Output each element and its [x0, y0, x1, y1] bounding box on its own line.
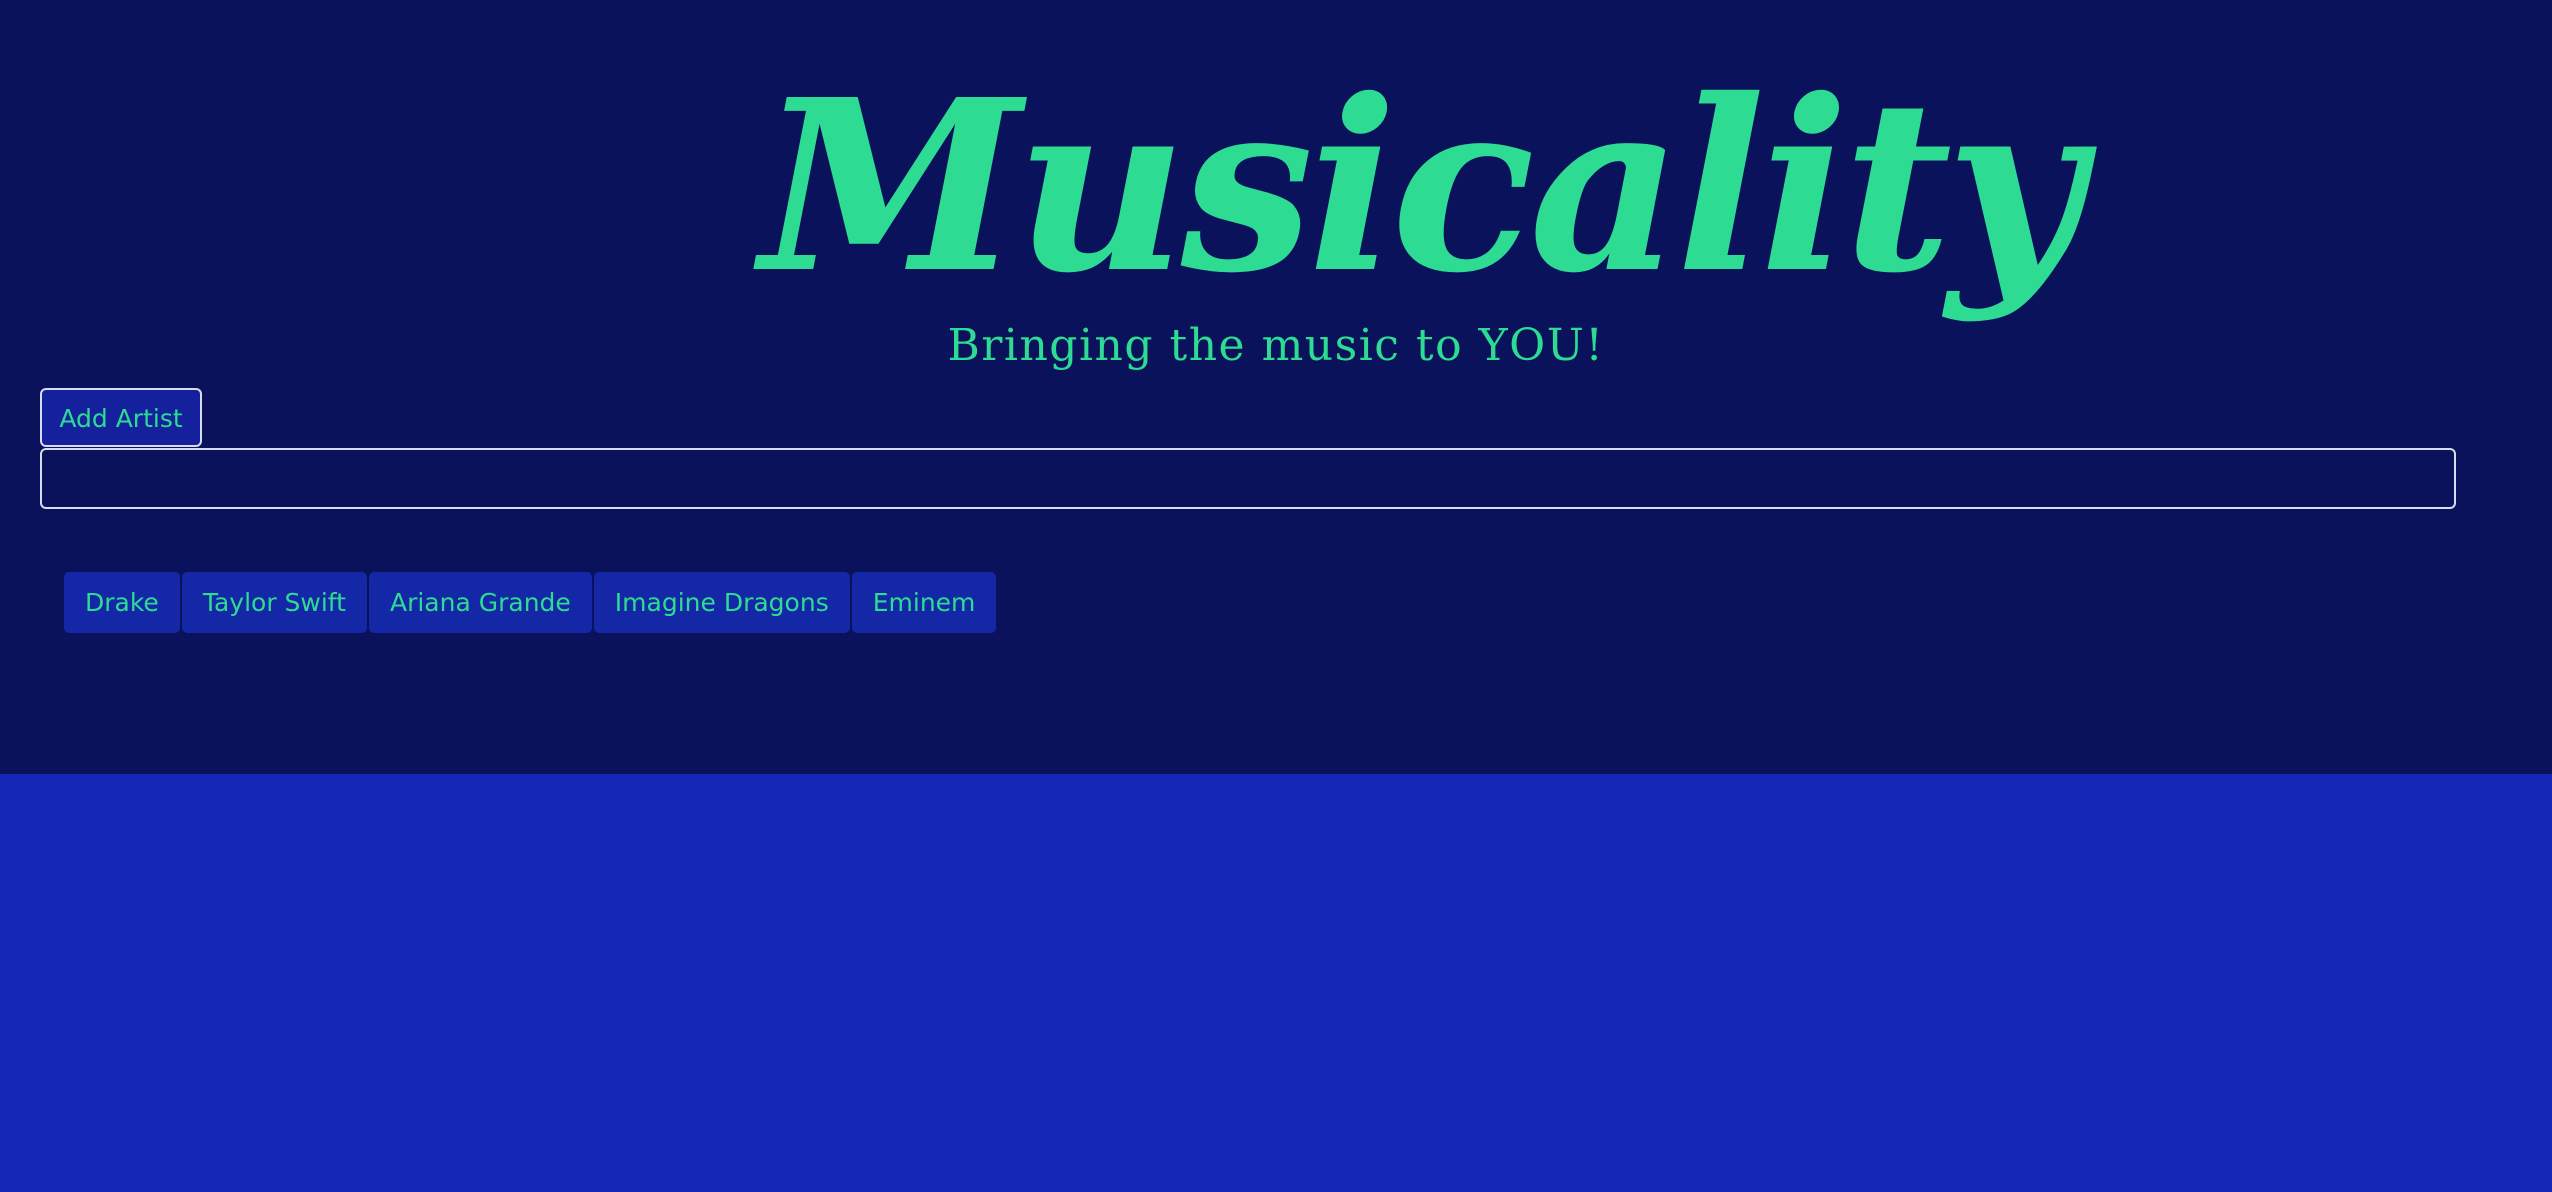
artist-button-taylor-swift[interactable]: Taylor Swift	[181, 572, 367, 633]
artist-button-ariana-grande[interactable]: Ariana Grande	[368, 572, 592, 633]
logo: Musicality	[760, 47, 2083, 336]
logo-text: Musicality	[760, 47, 2083, 325]
artist-list: Drake Taylor Swift Ariana Grande Imagine…	[64, 572, 998, 633]
artist-button-drake[interactable]: Drake	[64, 572, 180, 633]
tagline: Bringing the music to YOU!	[947, 320, 1605, 371]
artist-input[interactable]	[40, 448, 2456, 509]
artist-button-imagine-dragons[interactable]: Imagine Dragons	[593, 572, 850, 633]
artist-button-eminem[interactable]: Eminem	[851, 572, 997, 633]
add-artist-button[interactable]: Add Artist	[40, 388, 202, 447]
header: Musicality Bringing the music to YOU! Ad…	[0, 0, 2552, 774]
